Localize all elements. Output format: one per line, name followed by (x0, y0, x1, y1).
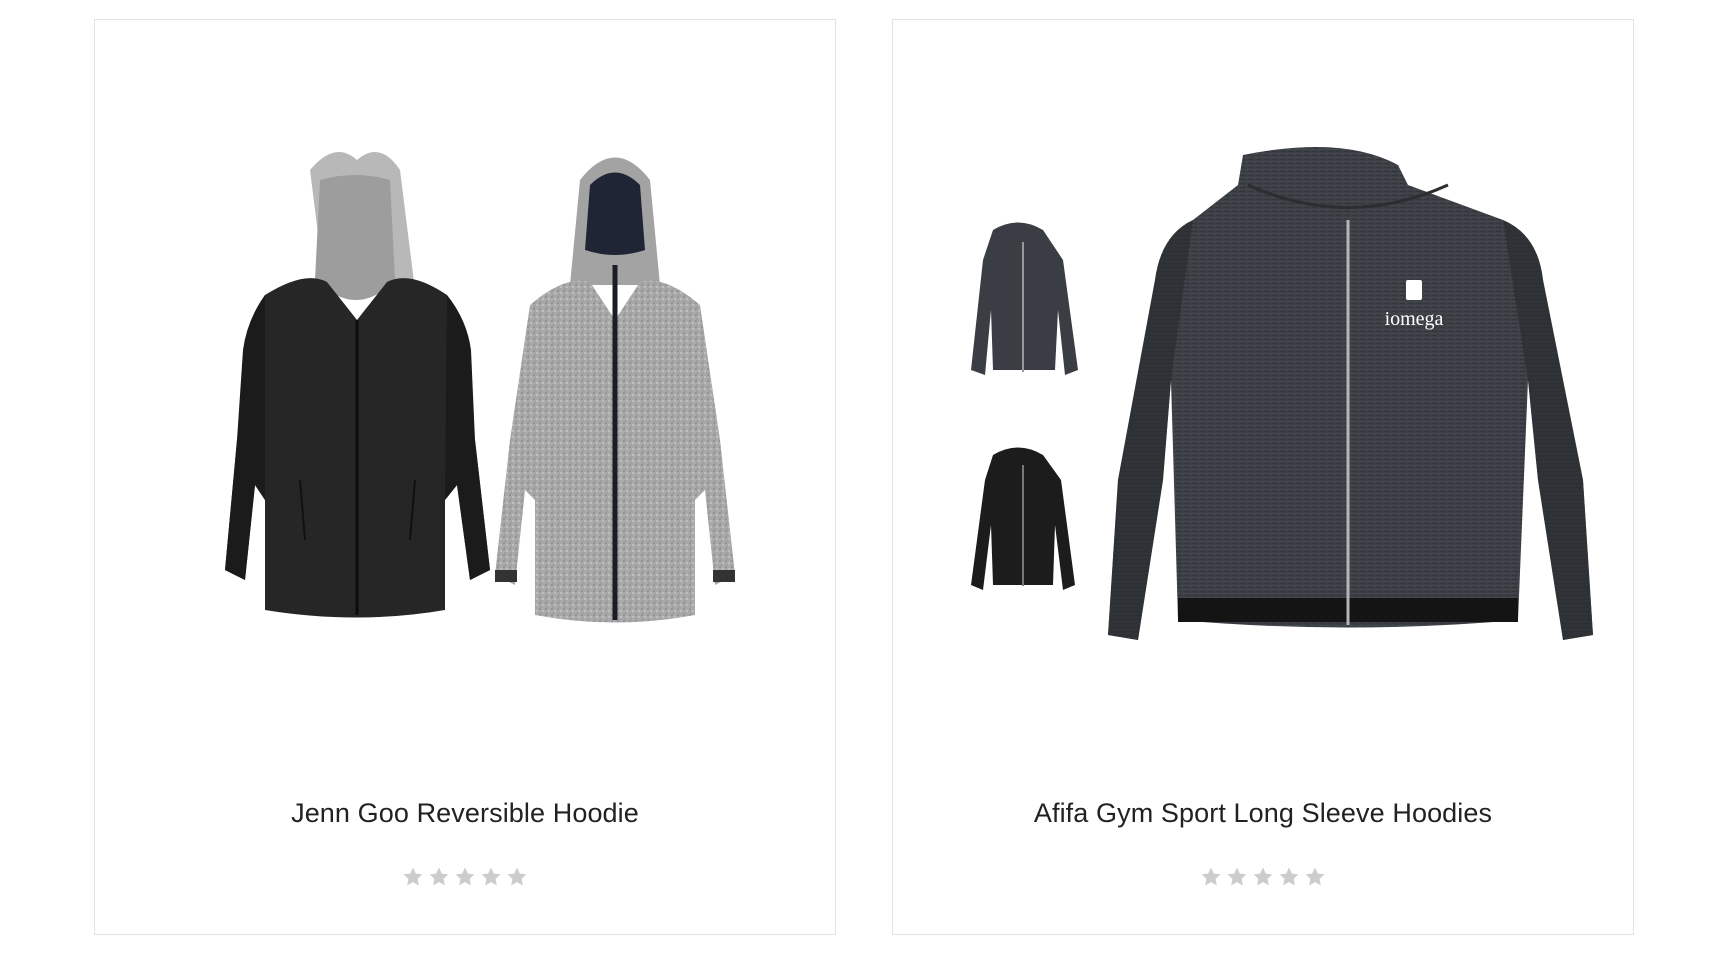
star-icon (428, 866, 450, 888)
product-card[interactable]: Jenn Goo Reversible Hoodie (94, 19, 836, 935)
star-icon (480, 866, 502, 888)
reversible-hoodie-image[interactable] (95, 20, 835, 740)
product-title[interactable]: Jenn Goo Reversible Hoodie (95, 798, 835, 829)
star-icon (1252, 866, 1274, 888)
star-icon (1278, 866, 1300, 888)
star-icon (506, 866, 528, 888)
star-icon (402, 866, 424, 888)
brand-logo-text: iomega (1385, 308, 1444, 330)
star-icon (454, 866, 476, 888)
product-card[interactable]: iomega Afifa Gym Sport Long Sleeve Hoodi… (892, 19, 1634, 935)
rating-stars (893, 866, 1633, 888)
rating-stars (95, 866, 835, 888)
star-icon (1304, 866, 1326, 888)
gym-hoodie-image[interactable]: iomega (893, 20, 1633, 740)
product-title[interactable]: Afifa Gym Sport Long Sleeve Hoodies (893, 798, 1633, 829)
star-icon (1226, 866, 1248, 888)
star-icon (1200, 866, 1222, 888)
